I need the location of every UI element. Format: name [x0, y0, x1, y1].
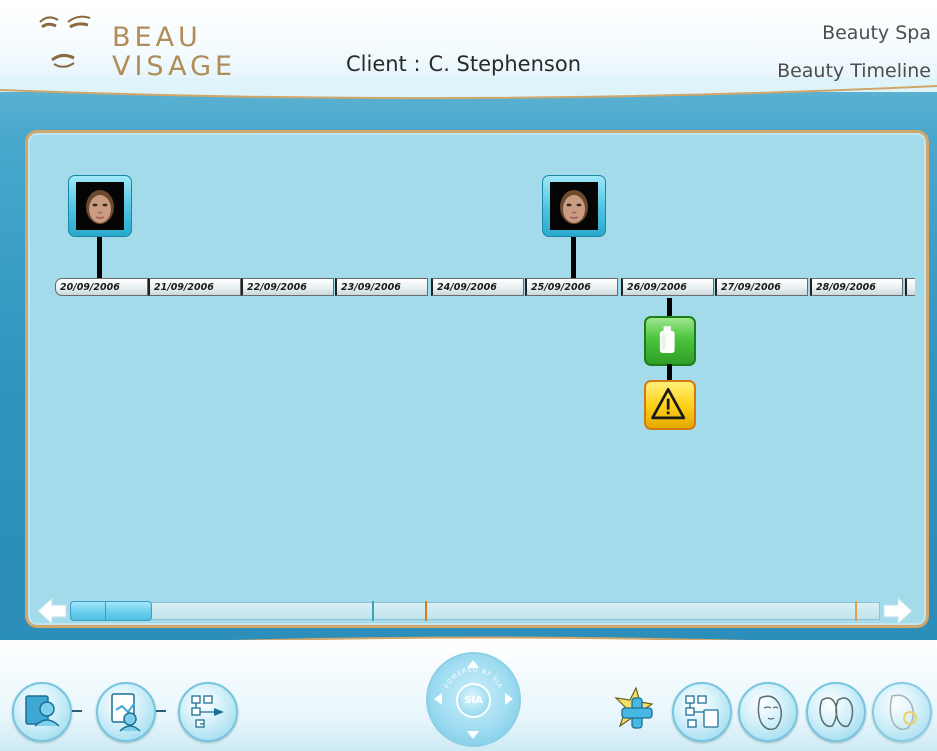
scrollbar-thumb[interactable]: [70, 601, 152, 621]
client-label: Client :: [346, 52, 421, 76]
scroll-marker: [372, 601, 374, 621]
client-document-icon: [111, 693, 141, 732]
photo-event[interactable]: [542, 175, 606, 237]
event-stem: [97, 236, 102, 278]
treatment-plan-button[interactable]: [672, 682, 732, 742]
date-cell[interactable]: 23/09/2006: [335, 278, 428, 296]
add-entry-button[interactable]: [606, 682, 666, 742]
scroll-right-arrow-icon[interactable]: [882, 596, 914, 626]
face-zoom-button[interactable]: [872, 682, 932, 742]
logo-wordmark: BEAU VISAGE: [112, 23, 236, 81]
flowchart-icon: [191, 695, 224, 728]
scroll-marker: [425, 601, 427, 621]
face-photo-icon: [76, 182, 124, 230]
date-cell[interactable]: 21/09/2006: [148, 278, 241, 296]
scroll-left-arrow-icon[interactable]: [36, 596, 68, 626]
event-stem: [667, 364, 672, 380]
event-stem: [571, 236, 576, 278]
app-name: Beauty Spa: [822, 22, 931, 44]
date-ruler[interactable]: 20/09/2006 21/09/2006 22/09/2006 23/09/2…: [55, 278, 915, 298]
plan-flowchart-icon: [685, 695, 719, 728]
face-photo-icon: [550, 182, 598, 230]
date-cell[interactable]: 25/09/2006: [525, 278, 618, 296]
two-faces-icon: [819, 697, 854, 728]
client-info: Client : C. Stephenson: [346, 52, 589, 76]
client-report-button[interactable]: [96, 682, 156, 742]
face-analysis-button[interactable]: [738, 682, 798, 742]
scrollbar-thumb-grip: [105, 602, 106, 620]
photo-event[interactable]: [68, 175, 132, 237]
timeline-panel: [25, 130, 929, 628]
date-cell[interactable]: 20/09/2006: [55, 278, 148, 296]
nav-connector: [156, 710, 166, 712]
bottle-icon: [659, 326, 675, 353]
date-cell[interactable]: 26/09/2006: [621, 278, 714, 296]
face-outline-icon: [757, 695, 783, 731]
date-cell[interactable]: 28/09/2006: [810, 278, 903, 296]
face-compare-button[interactable]: [806, 682, 866, 742]
scrollbar-track[interactable]: [70, 602, 880, 620]
treatment-flow-button[interactable]: [178, 682, 238, 742]
product-event[interactable]: [644, 316, 696, 366]
client-name: C. Stephenson: [428, 52, 582, 76]
photo-frame: [550, 182, 598, 230]
logo-line-1: BEAU: [112, 22, 202, 53]
scroll-marker: [855, 601, 857, 621]
warning-event[interactable]: [644, 380, 696, 430]
add-star-icon: [614, 686, 654, 729]
face-zoom-icon: [889, 694, 917, 731]
nav-connector: [72, 710, 82, 712]
event-stem: [667, 298, 672, 316]
warning-triangle-icon: [651, 387, 686, 420]
client-card-icon: [25, 695, 60, 727]
page-title: Beauty Timeline: [777, 60, 931, 82]
date-cell[interactable]: 24/09/2006: [431, 278, 524, 296]
client-profile-button[interactable]: [12, 682, 72, 742]
date-cell[interactable]: 27/09/2006: [715, 278, 808, 296]
logo-line-2: VISAGE: [112, 51, 237, 82]
date-cell[interactable]: [905, 278, 915, 296]
sia-center-button[interactable]: SIA: [456, 683, 491, 718]
date-cell[interactable]: 22/09/2006: [241, 278, 334, 296]
photo-frame: [76, 182, 124, 230]
